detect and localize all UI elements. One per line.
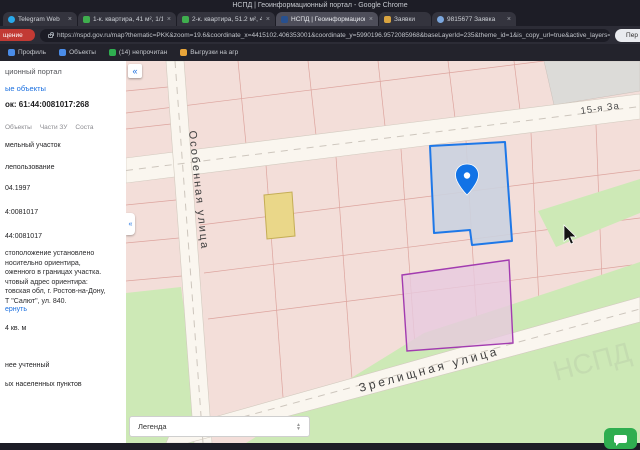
address-bar[interactable]: https://nspd.gov.ru/map?thematic=PKK&zoo… xyxy=(40,28,610,42)
bookmark-profile[interactable]: Профиль xyxy=(8,49,46,56)
tab-flat-2[interactable]: 2-к. квартира, 51.2 м², 4 × xyxy=(177,12,275,26)
tab-strip: Telegram Web × 1-к. квартира, 41 м², 1/1… xyxy=(0,10,640,26)
collapse-panel-tab[interactable]: « xyxy=(126,213,135,235)
tab-zayavka-9815677[interactable]: 9815677 Заявка × xyxy=(432,12,516,26)
close-tab-icon[interactable]: × xyxy=(167,16,171,23)
map-area: Особенная улица Зрелищная улица 15-я За … xyxy=(126,61,640,443)
panel-tabs: Объекты Части ЗУ Соста xyxy=(5,124,121,131)
panel-tab-objects[interactable]: Объекты xyxy=(5,124,32,131)
legend-label: Легенда xyxy=(138,422,167,431)
map-canvas[interactable]: Особенная улица Зрелищная улица 15-я За … xyxy=(126,61,640,443)
parcel-number-title: ок: 61:44:0081017:268 xyxy=(5,100,90,109)
legend-bar[interactable]: Легенда ▲ ▼ xyxy=(129,416,310,437)
bookmark-icon xyxy=(180,49,188,56)
tab-telegram[interactable]: Telegram Web × xyxy=(3,12,77,26)
bookmark-icon xyxy=(108,49,116,56)
window-titlebar: НСПД | Геоинформационный портал - Google… xyxy=(0,0,640,10)
doc-icon xyxy=(437,15,444,23)
bookmark-icon xyxy=(59,49,67,56)
land-category-value: ых населенных пунктов xyxy=(5,381,82,388)
window-title: НСПД | Геоинформационный портал - Google… xyxy=(232,1,408,9)
close-tab-icon[interactable]: × xyxy=(507,16,511,23)
browser-window: НСПД | Геоинформационный портал - Google… xyxy=(0,0,640,450)
nspd-icon xyxy=(281,15,288,23)
expand-link[interactable]: ернуть xyxy=(5,306,121,313)
chevron-updown-icon[interactable]: ▲ ▼ xyxy=(296,422,301,431)
bookmarks-bar: Профиль Объекты (14) непрочитан Выгрузки… xyxy=(0,44,640,61)
cadastral-quarter-value: 44:0081017 xyxy=(5,233,42,240)
panel-tab-structure[interactable]: Соста xyxy=(75,124,93,131)
chat-widget-button[interactable] xyxy=(604,428,637,449)
bookmark-objects[interactable]: Объекты xyxy=(59,49,96,56)
tab-flat-1[interactable]: 1-к. квартира, 41 м², 1/1( × xyxy=(78,12,176,26)
tab-zayavki[interactable]: Заявки xyxy=(379,12,431,26)
portal-title: ционный портал xyxy=(5,67,62,76)
yellow-parcel[interactable] xyxy=(263,191,296,240)
bookmark-icon xyxy=(8,49,15,56)
browser-toolbar: щение https://nspd.gov.ru/map?thematic=P… xyxy=(0,26,640,44)
chat-bubble-icon xyxy=(614,434,627,446)
translate-chip[interactable]: Пер xyxy=(615,28,640,42)
listing-icon xyxy=(83,15,90,23)
close-tab-icon[interactable]: × xyxy=(266,16,270,23)
collapse-panel-button[interactable]: « xyxy=(128,64,142,78)
address-text: стоположение установлено носительно орие… xyxy=(5,250,106,305)
notification-badge[interactable]: щение xyxy=(0,29,35,41)
status-value: нее учтенный xyxy=(5,362,50,369)
bookmark-exports[interactable]: Выгрузки на агр xyxy=(180,49,238,56)
bottom-strip xyxy=(0,443,640,450)
lock-icon xyxy=(48,32,54,38)
panel-tab-parts[interactable]: Части ЗУ xyxy=(40,124,68,131)
bookmark-unread[interactable]: (14) непрочитан xyxy=(108,49,167,56)
selected-parcel[interactable] xyxy=(429,141,513,246)
area-value: 4 кв. м xyxy=(5,325,27,332)
tab-nspd-active[interactable]: НСПД | Геоинформацион × xyxy=(276,12,378,26)
close-tab-icon[interactable]: × xyxy=(369,16,373,23)
info-panel: ционный портал ые объекты ок: 61:44:0081… xyxy=(0,61,126,443)
cadastral-number-value: 4:0081017 xyxy=(5,209,39,216)
parcel-type-value: мельный участок xyxy=(5,142,61,149)
all-objects-link[interactable]: ые объекты xyxy=(5,84,121,93)
close-tab-icon[interactable]: × xyxy=(68,16,72,23)
doc-icon xyxy=(384,15,391,23)
telegram-icon xyxy=(8,15,15,23)
listing-icon xyxy=(182,15,189,23)
registration-date-value: 04.1997 xyxy=(5,185,31,192)
land-use-value: лепользование xyxy=(5,164,55,171)
url-text: https://nspd.gov.ru/map?thematic=PKK&zoo… xyxy=(57,31,610,39)
purple-parcel[interactable] xyxy=(401,259,514,352)
